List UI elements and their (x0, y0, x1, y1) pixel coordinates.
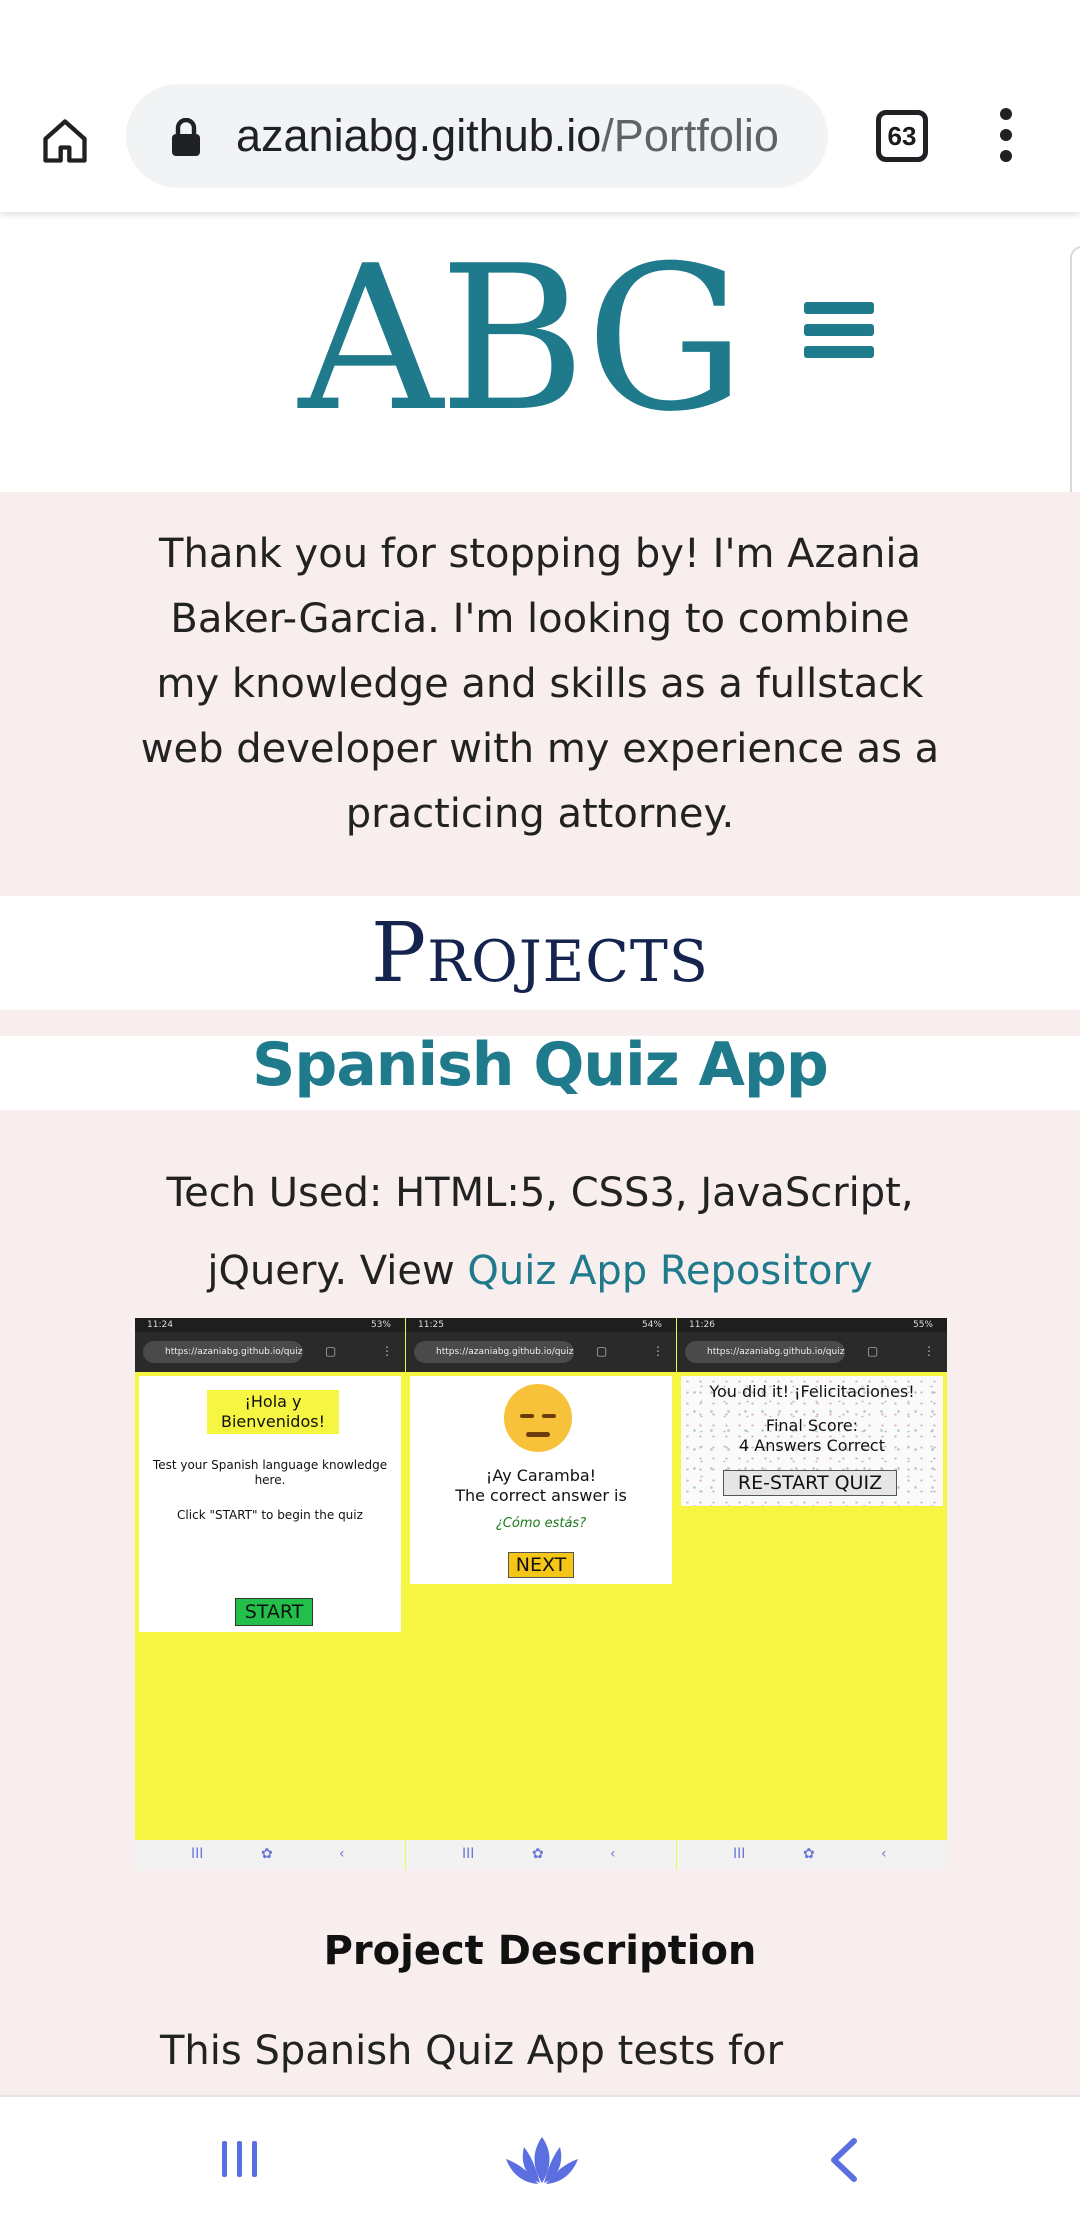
project-description-heading: Project Description (323, 1928, 757, 1974)
intro-line: Test your Spanish language knowledge her… (152, 1458, 388, 1487)
lock-icon (172, 118, 200, 156)
restart-quiz-button: RE-START QUIZ (723, 1470, 897, 1496)
status-time: 11:26 (689, 1320, 715, 1330)
quiz-start-card: ¡Hola y Bienvenidos! Test your Spanish l… (139, 1376, 401, 1632)
project-screenshot: 11:24 53% https://azaniabg.github.io/quiz… (135, 1318, 947, 1870)
mini-nav-bar: III ✿ ‹ (677, 1840, 947, 1870)
mini-back-icon: ‹ (881, 1846, 887, 1862)
status-battery: 55% (912, 1320, 933, 1330)
mini-back-icon: ‹ (610, 1846, 616, 1862)
quiz-answer-card: ¡Ay Caramba! The correct answer is ¿Cómo… (410, 1376, 672, 1584)
site-header: ABG (0, 225, 1080, 455)
home-button[interactable] (30, 106, 100, 176)
mini-recents-icon: III (733, 1846, 746, 1862)
mini-nav-bar: III ✿ ‹ (135, 1840, 405, 1870)
next-button: NEXT (508, 1552, 574, 1578)
recent-apps-icon[interactable] (218, 2139, 262, 2179)
mini-lotus-icon: ✿ (261, 1846, 273, 1862)
status-bar: 11:25 54% (406, 1318, 676, 1332)
mini-menu-icon: ⋮ (381, 1344, 393, 1358)
screenshot-pane-answer: 11:25 54% https://azaniabg.github.io/quiz… (406, 1318, 676, 1870)
url-host: azaniabg.github.io (236, 110, 602, 161)
project-title: Spanish Quiz App (252, 1030, 829, 1100)
site-logo[interactable]: ABG (299, 225, 746, 455)
browser-toolbar: azaniabg.github.io/Portfolio 63 (0, 0, 1080, 212)
mini-recents-icon: III (191, 1846, 204, 1862)
mini-url: https://azaniabg.github.io/quiz (685, 1341, 845, 1363)
congrats-text: You did it! ¡Felicitaciones! (709, 1382, 915, 1401)
url-path: /Portfolio (601, 110, 779, 161)
mini-nav-bar: III ✿ ‹ (406, 1840, 676, 1870)
intro-text: Thank you for stopping by! I'm Azania Ba… (140, 531, 940, 837)
start-button: START (235, 1598, 313, 1626)
mini-tab-icon: ▢ (867, 1344, 879, 1358)
mini-lotus-icon: ✿ (532, 1846, 544, 1862)
mini-tab-icon: ▢ (596, 1344, 608, 1358)
project-description-text: This Spanish Quiz App tests for (160, 2028, 784, 2074)
mini-address-bar: https://azaniabg.github.io/quiz ▢ ⋮ (677, 1332, 947, 1372)
status-battery: 54% (641, 1320, 662, 1330)
mini-menu-icon: ⋮ (652, 1344, 664, 1358)
pensive-face-icon (504, 1384, 572, 1452)
mini-address-bar: https://azaniabg.github.io/quiz ▢ ⋮ (406, 1332, 676, 1372)
projects-heading: Projects (371, 906, 709, 1001)
score-label: Final Score: (765, 1416, 859, 1435)
intro-section: Thank you for stopping by! I'm Azania Ba… (0, 492, 1080, 896)
status-bar: 11:24 53% (135, 1318, 405, 1332)
exclamation: ¡Ay Caramba! (485, 1466, 597, 1485)
mini-url: https://azaniabg.github.io/quiz (414, 1341, 574, 1363)
screenshot-pane-start: 11:24 53% https://azaniabg.github.io/quiz… (135, 1318, 405, 1870)
mini-menu-icon: ⋮ (923, 1344, 935, 1358)
quiz-result-card: You did it! ¡Felicitaciones! Final Score… (681, 1376, 943, 1506)
address-bar[interactable]: azaniabg.github.io/Portfolio (126, 84, 828, 188)
mini-recents-icon: III (462, 1846, 475, 1862)
tab-switcher-button[interactable]: 63 (876, 110, 928, 162)
welcome-greeting: ¡Hola y Bienvenidos! (207, 1390, 339, 1434)
score-value: 4 Answers Correct (738, 1436, 885, 1455)
repository-link[interactable]: Quiz App Repository (467, 1248, 872, 1294)
mini-tab-icon: ▢ (325, 1344, 337, 1358)
system-nav-bar (0, 2095, 1080, 2222)
mini-address-bar: https://azaniabg.github.io/quiz ▢ ⋮ (135, 1332, 405, 1372)
home-icon (43, 119, 87, 163)
status-time: 11:25 (418, 1320, 444, 1330)
projects-heading-band: Projects (0, 896, 1080, 1010)
tech-used-text: Tech Used: HTML:5, CSS3, JavaScript, jQu… (140, 1154, 940, 1310)
more-vert-icon[interactable] (994, 108, 1018, 168)
screenshot-pane-finish: 11:26 55% https://azaniabg.github.io/quiz… (677, 1318, 947, 1870)
status-bar: 11:26 55% (677, 1318, 947, 1332)
start-instruction: Click "START" to begin the quiz (177, 1508, 363, 1522)
mini-back-icon: ‹ (339, 1846, 345, 1862)
answer-label: The correct answer is (455, 1486, 627, 1505)
url-text: azaniabg.github.io/Portfolio (236, 106, 779, 166)
hamburger-menu-icon[interactable] (804, 302, 874, 362)
status-battery: 53% (370, 1320, 391, 1330)
correct-answer: ¿Cómo estás? (495, 1516, 587, 1531)
back-icon[interactable] (826, 2137, 862, 2183)
mini-lotus-icon: ✿ (803, 1846, 815, 1862)
status-time: 11:24 (147, 1320, 173, 1330)
mini-url: https://azaniabg.github.io/quiz (143, 1341, 303, 1363)
project-card: Tech Used: HTML:5, CSS3, JavaScript, jQu… (0, 1110, 1080, 2095)
lotus-home-icon[interactable] (502, 2133, 582, 2189)
project-title-band: Spanish Quiz App (0, 1030, 1080, 1110)
